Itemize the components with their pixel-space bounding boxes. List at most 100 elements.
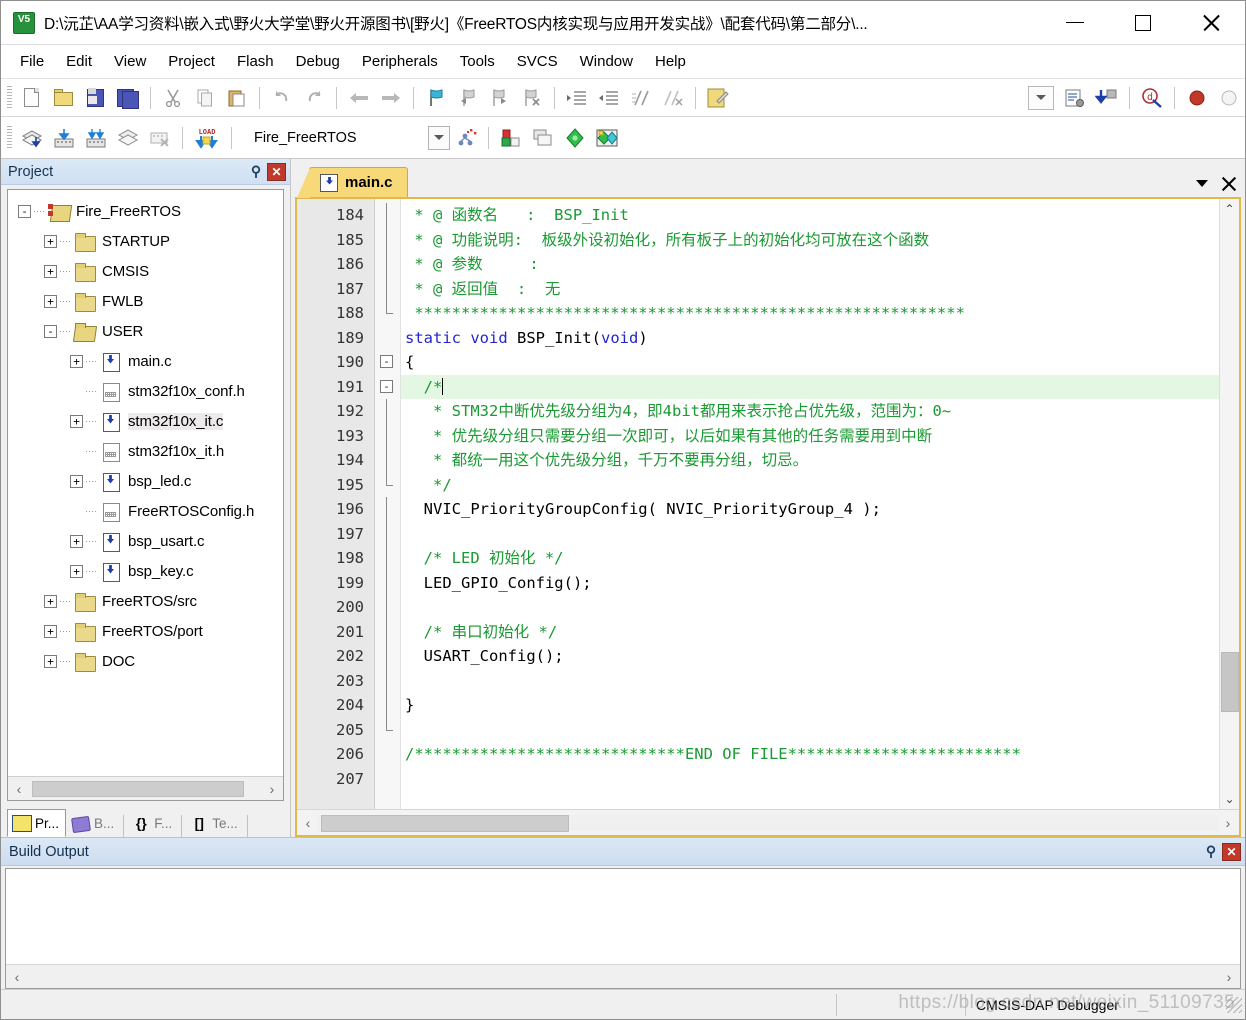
- menu-item-peripherals[interactable]: Peripherals: [351, 49, 449, 74]
- open-file-icon[interactable]: [49, 84, 79, 112]
- scroll-right-icon[interactable]: ›: [1219, 813, 1237, 833]
- menu-item-flash[interactable]: Flash: [226, 49, 285, 74]
- redo-icon[interactable]: [299, 84, 329, 112]
- editor-tab-menu-button[interactable]: [1189, 169, 1215, 197]
- tree-item[interactable]: + main.c: [8, 346, 283, 376]
- vscroll-thumb[interactable]: [1220, 652, 1239, 713]
- editor-hscrollbar[interactable]: ‹ ›: [297, 809, 1239, 835]
- close-button[interactable]: [1177, 1, 1245, 45]
- tree-item[interactable]: + STARTUP: [8, 226, 283, 256]
- tree-item[interactable]: stm32f10x_it.h: [8, 436, 283, 466]
- resize-grip-icon[interactable]: [1226, 996, 1242, 1013]
- tree-item[interactable]: - Fire_FreeRTOS: [8, 196, 283, 226]
- editor-tab-main-c[interactable]: main.c: [297, 167, 408, 198]
- editor-vscrollbar[interactable]: ⌃ ⌄: [1219, 199, 1239, 809]
- tree-item[interactable]: + FreeRTOS/src: [8, 586, 283, 616]
- comment-icon[interactable]: [626, 84, 656, 112]
- code-line[interactable]: [401, 522, 1219, 547]
- code-line[interactable]: * @ 参数 :: [401, 252, 1219, 277]
- translate-icon[interactable]: [17, 124, 47, 152]
- code-line[interactable]: * @ 功能说明: 板级外设初始化，所有板子上的初始化均可放在这个函数: [401, 228, 1219, 253]
- hscroll-track[interactable]: [26, 968, 1220, 985]
- code-line[interactable]: * @ 返回值 : 无: [401, 277, 1219, 302]
- tree-item[interactable]: + stm32f10x_it.c: [8, 406, 283, 436]
- tree-item[interactable]: + CMSIS: [8, 256, 283, 286]
- fold-collapse-icon[interactable]: -: [380, 355, 393, 368]
- toolbar-grip[interactable]: [7, 85, 12, 110]
- close-icon[interactable]: ✕: [1222, 842, 1241, 861]
- debug-settings-icon[interactable]: [1060, 84, 1090, 112]
- pin-icon[interactable]: ⚲: [1200, 841, 1222, 863]
- fold-collapse-icon[interactable]: -: [380, 379, 393, 393]
- copy-icon[interactable]: [190, 84, 220, 112]
- scroll-left-icon[interactable]: ‹: [10, 779, 28, 799]
- combo-chevron-icon[interactable]: [1024, 84, 1058, 112]
- build-icon[interactable]: [49, 124, 79, 152]
- tab-project[interactable]: Pr...: [7, 809, 67, 837]
- code-line[interactable]: {: [401, 350, 1219, 375]
- stop-build-icon[interactable]: [145, 124, 175, 152]
- code-line[interactable]: /* LED 初始化 */: [401, 546, 1219, 571]
- menu-item-view[interactable]: View: [103, 49, 157, 74]
- scroll-down-icon[interactable]: ⌄: [1221, 789, 1239, 809]
- code-line[interactable]: USART_Config();: [401, 644, 1219, 669]
- expand-icon[interactable]: +: [70, 474, 83, 488]
- uncomment-icon[interactable]: [658, 84, 688, 112]
- expand-icon[interactable]: +: [70, 564, 83, 578]
- tab-books[interactable]: B...: [66, 809, 121, 837]
- build-output-text[interactable]: [6, 869, 1240, 964]
- pin-icon[interactable]: ⚲: [245, 161, 267, 183]
- tree-item[interactable]: + bsp_key.c: [8, 556, 283, 586]
- tab-templates[interactable]: [] Te...: [184, 809, 245, 837]
- load-icon[interactable]: LOAD: [190, 124, 224, 152]
- paste-icon[interactable]: [222, 84, 252, 112]
- save-all-icon[interactable]: [113, 84, 143, 112]
- target-selector[interactable]: Fire_FreeRTOS: [248, 125, 450, 151]
- outdent-icon[interactable]: [594, 84, 624, 112]
- collapse-icon[interactable]: -: [18, 204, 31, 218]
- code-line[interactable]: [401, 767, 1219, 792]
- code-line[interactable]: LED_GPIO_Config();: [401, 571, 1219, 596]
- code-fold-column[interactable]: --: [375, 199, 401, 809]
- expand-icon[interactable]: +: [70, 534, 83, 548]
- project-tree-hscrollbar[interactable]: ‹ ›: [8, 776, 283, 800]
- tree-item[interactable]: stm32f10x_conf.h: [8, 376, 283, 406]
- pack-installer-icon[interactable]: [560, 124, 590, 152]
- menu-item-debug[interactable]: Debug: [285, 49, 351, 74]
- code-line[interactable]: /*: [401, 374, 1219, 399]
- code-line[interactable]: /* 串口初始化 */: [401, 620, 1219, 645]
- navigate-back-icon[interactable]: [344, 84, 374, 112]
- tab-functions[interactable]: {} F...: [126, 809, 179, 837]
- code-line[interactable]: }: [401, 693, 1219, 718]
- expand-icon[interactable]: +: [44, 654, 57, 668]
- scroll-up-icon[interactable]: ⌃: [1221, 199, 1239, 219]
- build-output-hscrollbar[interactable]: ‹ ›: [6, 964, 1240, 988]
- code-text-area[interactable]: * @ 函数名 : BSP_Init * @ 功能说明: 板级外设初始化，所有板…: [401, 199, 1219, 809]
- download-icon[interactable]: [1092, 84, 1122, 112]
- multi-project-icon[interactable]: [528, 124, 558, 152]
- new-file-icon[interactable]: [17, 84, 47, 112]
- undo-icon[interactable]: [267, 84, 297, 112]
- code-line[interactable]: /*****************************END OF FIL…: [401, 742, 1219, 767]
- toolbar-grip[interactable]: [7, 125, 12, 150]
- cut-icon[interactable]: [158, 84, 188, 112]
- manage-run-time-icon[interactable]: [451, 124, 481, 152]
- menu-item-edit[interactable]: Edit: [55, 49, 103, 74]
- expand-icon[interactable]: +: [70, 414, 83, 428]
- code-line[interactable]: * @ 函数名 : BSP_Init: [401, 203, 1219, 228]
- code-line[interactable]: * STM32中断优先级分组为4，即4bit都用来表示抢占优先级，范围为：0~: [401, 399, 1219, 424]
- bookmark-prev-icon[interactable]: [453, 84, 483, 112]
- tree-item[interactable]: + DOC: [8, 646, 283, 676]
- scroll-right-icon[interactable]: ›: [263, 779, 281, 799]
- bookmark-clear-icon[interactable]: [517, 84, 547, 112]
- indent-icon[interactable]: [562, 84, 592, 112]
- start-debug-icon[interactable]: d: [1137, 84, 1167, 112]
- tree-item[interactable]: FreeRTOSConfig.h: [8, 496, 283, 526]
- code-line[interactable]: static void BSP_Init(void): [401, 326, 1219, 351]
- expand-icon[interactable]: +: [44, 294, 57, 308]
- manage-project-items-icon[interactable]: [592, 124, 622, 152]
- menu-item-help[interactable]: Help: [644, 49, 697, 74]
- code-line[interactable]: NVIC_PriorityGroupConfig( NVIC_PriorityG…: [401, 497, 1219, 522]
- hscroll-track[interactable]: [28, 780, 263, 797]
- hscroll-track[interactable]: [317, 814, 1219, 832]
